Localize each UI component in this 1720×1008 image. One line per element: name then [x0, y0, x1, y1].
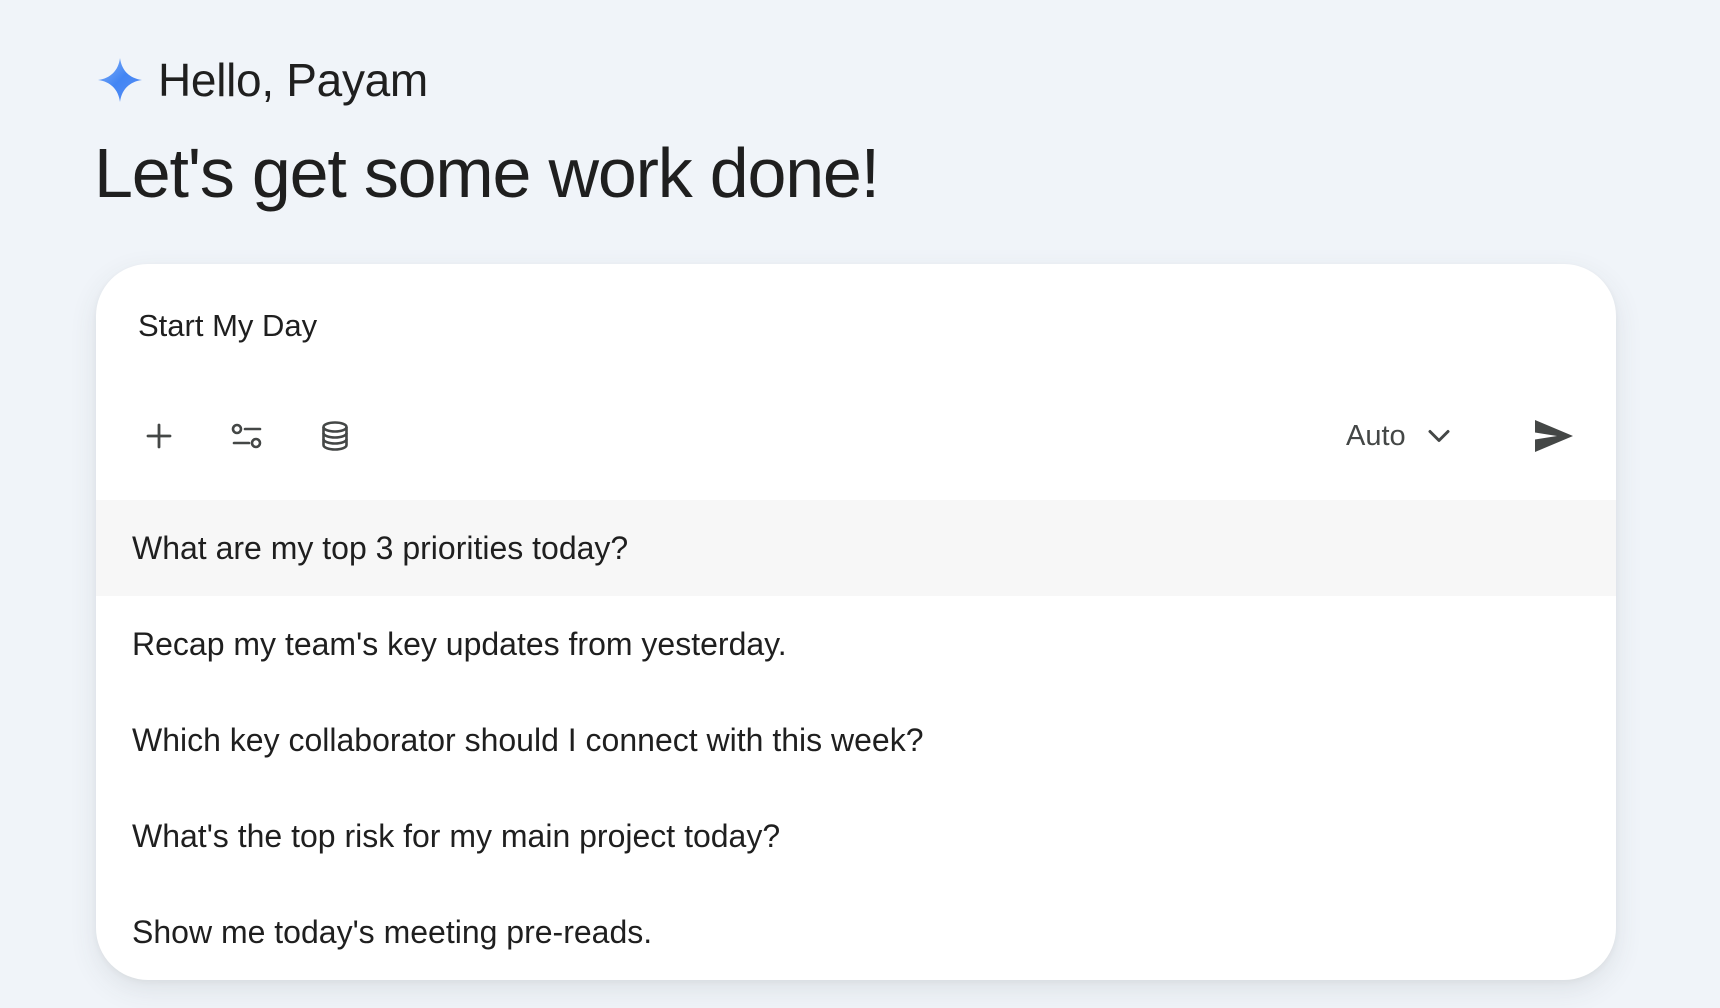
mode-selector[interactable]: Auto [1346, 412, 1452, 460]
greeting-text: Hello, Payam [158, 54, 428, 106]
send-button[interactable] [1526, 408, 1582, 464]
plus-icon [146, 423, 172, 449]
tools-button[interactable] [219, 408, 275, 464]
sparkle-icon [96, 56, 144, 104]
sources-button[interactable] [307, 408, 363, 464]
suggestion-item[interactable]: Which key collaborator should I connect … [96, 692, 1616, 788]
database-icon [322, 421, 348, 451]
suggestion-item[interactable]: What's the top risk for my main project … [96, 788, 1616, 884]
tools-sliders-icon [231, 423, 262, 449]
prompt-card: Start My Day Auto What are my top 3 prio… [96, 264, 1616, 980]
add-button[interactable] [131, 408, 187, 464]
suggestion-item[interactable]: Show me today's meeting pre-reads. [96, 884, 1616, 980]
greeting: Hello, Payam [96, 52, 428, 108]
send-icon [1535, 420, 1573, 452]
suggestion-item[interactable]: Recap my team's key updates from yesterd… [96, 596, 1616, 692]
page-title: Let's get some work done! [94, 134, 880, 212]
prompt-input[interactable]: Start My Day [138, 306, 317, 346]
mode-label: Auto [1346, 419, 1406, 452]
suggestion-list: What are my top 3 priorities today? Reca… [96, 500, 1616, 980]
chevron-down-icon [1428, 430, 1450, 442]
suggestion-item[interactable]: What are my top 3 priorities today? [96, 500, 1616, 596]
